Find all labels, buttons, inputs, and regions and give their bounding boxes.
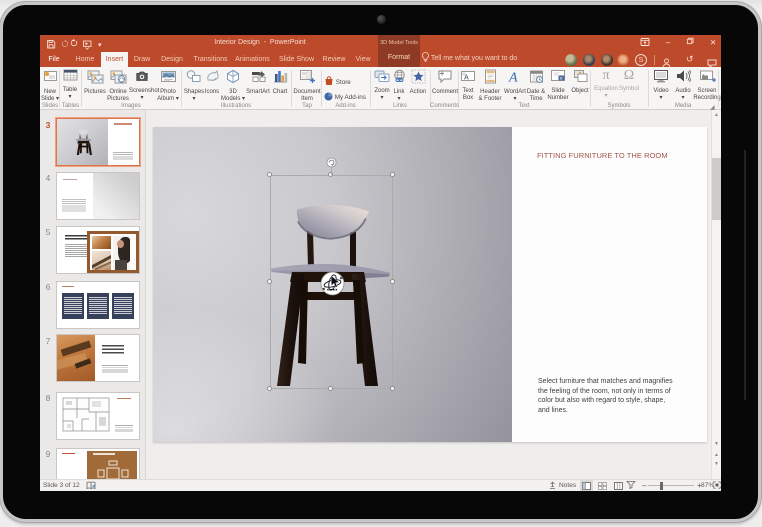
svg-text:▾: ▾: [98, 42, 102, 49]
svg-text:A: A: [508, 71, 518, 85]
svg-text:A: A: [464, 75, 469, 82]
